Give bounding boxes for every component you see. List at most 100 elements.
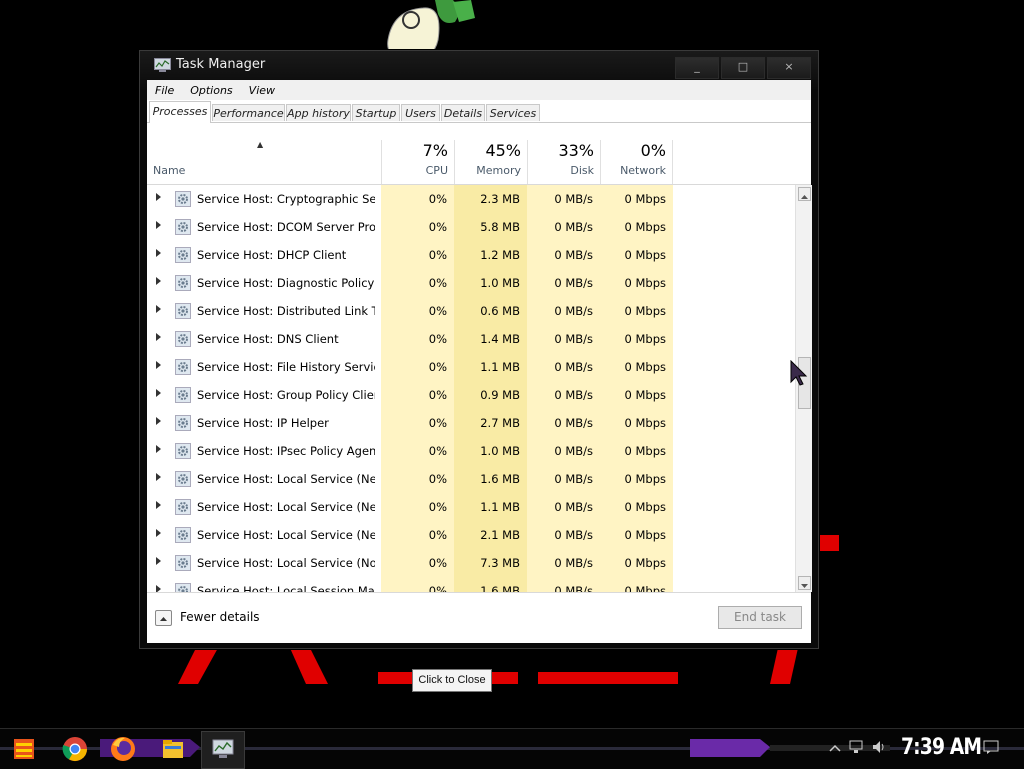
tab-details[interactable]: Details <box>441 104 485 121</box>
tab-performance[interactable]: Performance <box>212 104 285 121</box>
tab-startup[interactable]: Startup <box>352 104 400 121</box>
process-disk: 0 MB/s <box>554 248 593 262</box>
process-memory: 1.0 MB <box>480 444 520 458</box>
process-cpu: 0% <box>428 388 447 402</box>
process-disk: 0 MB/s <box>554 192 593 206</box>
process-row[interactable]: Service Host: DCOM Server Pro... 0% 5.8 MB… <box>147 213 795 241</box>
volume-icon[interactable] <box>871 739 887 755</box>
task-manager-client: File Options View Processes Performance … <box>147 80 812 643</box>
process-network: 0 Mbps <box>624 528 667 542</box>
tab-services[interactable]: Services <box>486 104 540 121</box>
process-memory: 1.6 MB <box>480 472 520 486</box>
process-name: Service Host: Cryptographic Ser... <box>197 192 375 206</box>
fewer-details-link[interactable]: Fewer details <box>180 610 260 624</box>
process-memory: 2.7 MB <box>480 416 520 430</box>
firefox-icon[interactable] <box>109 735 137 763</box>
disk-label: Disk <box>570 164 594 177</box>
column-network[interactable]: 0% Network <box>600 140 673 184</box>
expand-arrow-icon[interactable] <box>156 333 161 341</box>
expand-arrow-icon[interactable] <box>156 193 161 201</box>
expand-arrow-icon[interactable] <box>156 221 161 229</box>
notification-icon[interactable] <box>983 739 999 755</box>
start-icon[interactable] <box>10 735 38 763</box>
process-name: Service Host: DCOM Server Pro... <box>197 220 375 234</box>
menu-options[interactable]: Options <box>182 84 240 97</box>
process-row[interactable]: Service Host: Distributed Link T... 0% 0.6… <box>147 297 795 325</box>
expand-arrow-icon[interactable] <box>156 585 161 592</box>
column-memory[interactable]: 45% Memory <box>454 140 527 184</box>
expand-arrow-icon[interactable] <box>156 305 161 313</box>
memory-total: 45% <box>485 141 521 160</box>
scroll-up-button[interactable] <box>798 187 811 201</box>
cpu-label: CPU <box>425 164 448 177</box>
tab-processes[interactable]: Processes <box>149 101 211 123</box>
cpu-total: 7% <box>422 141 448 160</box>
menu-view[interactable]: View <box>241 84 283 97</box>
service-gear-icon <box>175 303 191 319</box>
expand-arrow-icon[interactable] <box>156 249 161 257</box>
process-memory: 1.2 MB <box>480 248 520 262</box>
service-gear-icon <box>175 415 191 431</box>
process-memory: 2.3 MB <box>480 192 520 206</box>
vertical-scrollbar[interactable] <box>795 185 812 592</box>
process-memory: 7.3 MB <box>480 556 520 570</box>
process-row[interactable]: Service Host: Cryptographic Ser... 0% 2.3 … <box>147 185 795 213</box>
service-gear-icon <box>175 387 191 403</box>
chrome-icon[interactable] <box>61 735 89 763</box>
process-row[interactable]: Service Host: Group Policy Client 0% 0.9 M… <box>147 381 795 409</box>
process-row[interactable]: Service Host: Local Service (Net... 0% 1.6… <box>147 465 795 493</box>
service-gear-icon <box>175 499 191 515</box>
process-row[interactable]: Service Host: Local Service (Net... 0% 1.1… <box>147 493 795 521</box>
process-row[interactable]: Service Host: IP Helper 0% 2.7 MB 0 MB/s 0 M… <box>147 409 795 437</box>
task-manager-icon <box>212 739 234 758</box>
expand-arrow-icon[interactable] <box>156 361 161 369</box>
taskbar-clock[interactable]: 7:39 AM <box>901 735 982 760</box>
process-memory: 1.4 MB <box>480 332 520 346</box>
process-cpu: 0% <box>428 192 447 206</box>
disk-total: 33% <box>558 141 594 160</box>
file-explorer-icon[interactable] <box>159 735 187 763</box>
chevron-up-icon[interactable] <box>827 741 843 757</box>
process-cpu: 0% <box>428 220 447 234</box>
tab-app-history[interactable]: App history <box>286 104 351 121</box>
service-gear-icon <box>175 219 191 235</box>
tab-users[interactable]: Users <box>401 104 440 121</box>
expand-arrow-icon[interactable] <box>156 529 161 537</box>
process-list: Service Host: Cryptographic Ser... 0% 2.3 … <box>147 185 795 592</box>
end-task-button[interactable]: End task <box>718 606 802 629</box>
column-cpu[interactable]: 7% CPU <box>381 140 454 184</box>
process-row[interactable]: Service Host: Local Service (Net... 0% 2.1… <box>147 521 795 549</box>
process-row[interactable]: Service Host: File History Service 0% 1.1 … <box>147 353 795 381</box>
expand-arrow-icon[interactable] <box>156 389 161 397</box>
task-manager-taskbar-button[interactable] <box>201 731 245 769</box>
expand-arrow-icon[interactable] <box>156 473 161 481</box>
expand-arrow-icon[interactable] <box>156 501 161 509</box>
title-bar[interactable]: Task Manager _ □ × <box>140 51 818 81</box>
process-row[interactable]: Service Host: IPsec Policy Agent 0% 1.0 MB… <box>147 437 795 465</box>
fewer-details-button[interactable] <box>155 610 172 626</box>
maximize-button[interactable]: □ <box>721 57 765 79</box>
scroll-down-button[interactable] <box>798 576 811 590</box>
wallpaper-accent <box>817 535 839 551</box>
column-name[interactable]: ▲ Name <box>147 140 381 184</box>
expand-arrow-icon[interactable] <box>156 417 161 425</box>
process-row[interactable]: Service Host: DNS Client 0% 1.4 MB 0 MB/s 0 … <box>147 325 795 353</box>
click-to-close-tooltip[interactable]: Click to Close <box>412 669 492 692</box>
process-row[interactable]: Service Host: Local Service (No ... 0% 7.3… <box>147 549 795 577</box>
close-button[interactable]: × <box>767 57 811 79</box>
expand-arrow-icon[interactable] <box>156 557 161 565</box>
process-disk: 0 MB/s <box>554 444 593 458</box>
process-network: 0 Mbps <box>624 276 667 290</box>
expand-arrow-icon[interactable] <box>156 277 161 285</box>
expand-arrow-icon[interactable] <box>156 445 161 453</box>
column-disk[interactable]: 33% Disk <box>527 140 600 184</box>
sort-ascending-icon: ▲ <box>257 140 264 149</box>
minimize-button[interactable]: _ <box>675 57 719 79</box>
process-row[interactable]: Service Host: Local Session Man... 0% 1.6 … <box>147 577 795 592</box>
process-row[interactable]: Service Host: Diagnostic Policy ... 0% 1.0… <box>147 269 795 297</box>
process-row[interactable]: Service Host: DHCP Client 0% 1.2 MB 0 MB/s 0… <box>147 241 795 269</box>
process-cpu: 0% <box>428 304 447 318</box>
service-gear-icon <box>175 359 191 375</box>
menu-file[interactable]: File <box>147 84 182 97</box>
network-icon[interactable] <box>848 739 864 755</box>
